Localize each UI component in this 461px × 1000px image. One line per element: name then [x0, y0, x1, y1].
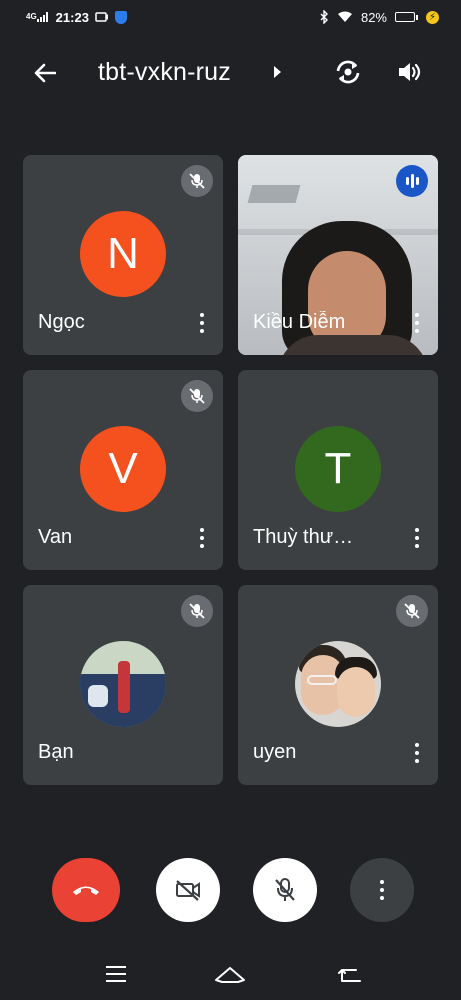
screen-cast-icon [95, 11, 109, 23]
call-header: tbt-vxkn-ruz [0, 44, 461, 100]
microphone-toggle-button[interactable] [253, 858, 317, 922]
mic-off-icon [181, 595, 213, 627]
back-arrow-icon [34, 63, 56, 83]
camera-off-icon [176, 880, 200, 901]
participant-name: Van [38, 526, 73, 548]
participant-name: Ngọc [38, 311, 85, 333]
camera-toggle-button[interactable] [156, 858, 220, 922]
speaking-indicator-icon [396, 165, 428, 197]
home-button[interactable] [212, 960, 248, 988]
shield-app-icon [114, 10, 127, 24]
audio-output-button[interactable] [394, 56, 426, 88]
avatar: V [80, 426, 166, 512]
more-options-icon[interactable] [412, 311, 422, 335]
more-options-icon[interactable] [197, 311, 207, 335]
hang-up-icon [73, 886, 99, 895]
network-type: 4G [26, 12, 37, 21]
home-icon [215, 967, 245, 983]
more-options-icon[interactable] [412, 526, 422, 550]
participant-name: uyen [253, 741, 297, 763]
participant-tile-van[interactable]: V Van [23, 370, 223, 570]
switch-camera-button[interactable] [332, 56, 364, 88]
mic-off-icon [181, 380, 213, 412]
menu-icon [106, 966, 126, 982]
more-options-icon[interactable] [412, 741, 422, 765]
back-nav-button[interactable] [332, 960, 368, 988]
status-time: 21:23 [55, 9, 89, 25]
avatar-photo [295, 641, 381, 727]
battery-percent: 82% [360, 9, 387, 25]
back-button[interactable] [30, 58, 60, 88]
recent-apps-button[interactable] [98, 960, 134, 988]
call-controls [0, 858, 461, 922]
charging-icon: ⚡ [426, 10, 439, 24]
battery-icon [395, 12, 418, 22]
system-nav-bar [0, 948, 461, 1000]
participant-tile-ngoc[interactable]: N Ngọc [23, 155, 223, 355]
avatar-photo [80, 641, 166, 727]
participant-name: Bạn [38, 741, 74, 763]
wifi-icon [337, 11, 353, 23]
avatar: N [80, 211, 166, 297]
participant-tile-uyen[interactable]: uyen [238, 585, 438, 785]
more-options-button[interactable] [350, 858, 414, 922]
mic-off-icon [275, 878, 295, 901]
switch-camera-icon [336, 60, 360, 84]
speaker-icon [399, 63, 421, 81]
mic-off-icon [396, 595, 428, 627]
signal-icon: 4G [26, 12, 48, 22]
avatar: T [295, 426, 381, 512]
more-options-icon[interactable] [197, 526, 207, 550]
status-bar: 4G 21:23 82% ⚡ [0, 0, 461, 34]
bluetooth-icon [320, 10, 329, 24]
back-nav-icon [338, 969, 361, 982]
meeting-info-caret-icon[interactable] [274, 66, 281, 78]
participant-tile-kieu-diem[interactable]: Kiều Diễm [238, 155, 438, 355]
meeting-code[interactable]: tbt-vxkn-ruz [98, 58, 231, 87]
participant-tile-ban[interactable]: Bạn [23, 585, 223, 785]
mic-off-icon [181, 165, 213, 197]
end-call-button[interactable] [52, 858, 120, 922]
participant-name: Thuỳ thư… [253, 526, 354, 548]
participant-tile-thuy-thu[interactable]: T Thuỳ thư… [238, 370, 438, 570]
participant-name: Kiều Diễm [253, 311, 346, 333]
